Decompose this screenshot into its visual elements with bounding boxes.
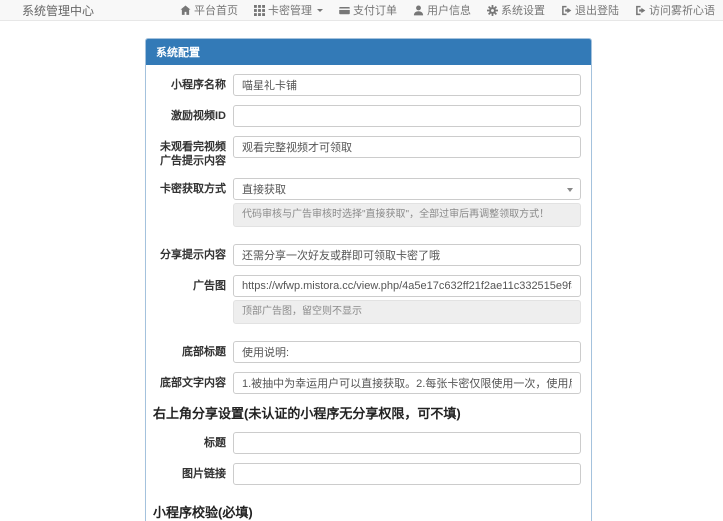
form-row: 分享提示内容 [153,243,581,266]
nav-item-visit-site[interactable]: 访问雾祈心语 [635,2,715,18]
form-row: 底部文字内容 [153,371,581,394]
chevron-down-icon [317,8,323,12]
bottom-text-label: 底部文字内容 [160,376,226,389]
nav-item-platform-home[interactable]: 平台首页 [180,2,238,18]
bottom-title-label: 底部标题 [182,345,226,358]
navbar-brand[interactable]: 系统管理中心 [22,2,94,19]
unwatched-tip-input[interactable] [233,136,581,158]
form-row: 标题 [153,431,581,454]
unwatched-tip-label: 未观看完视频广告提示内容 [160,141,226,168]
nav-item-system-settings[interactable]: 系统设置 [487,2,545,18]
form-row: 激励视频ID [153,105,581,127]
ad-image-help-text: 顶部广告图，留空则不显示 [233,299,581,324]
chevron-down-icon [567,187,573,192]
main-content: 系统配置 小程序名称 激励视频ID 未观看完视频广告提示内容 卡密获取方式 直接… [145,38,592,521]
form-row: 未观看完视频广告提示内容 [153,136,581,169]
sign-out-icon [636,5,646,15]
system-config-form: 小程序名称 激励视频ID 未观看完视频广告提示内容 卡密获取方式 直接获取 [146,65,591,521]
form-row: 图片链接 [153,462,581,485]
form-row: 卡密获取方式 直接获取 代码审核与广告审核时选择"直接获取"，全部过审后再调整领… [153,177,581,227]
reward-video-id-input[interactable] [233,105,581,127]
ad-image-input[interactable] [233,274,581,297]
share-tip-label: 分享提示内容 [160,248,226,261]
nav-item-payment-orders[interactable]: 支付订单 [339,2,397,18]
gear-icon [487,4,498,16]
top-navbar: 系统管理中心 平台首页 卡密管理 支付订单 用户信息 系统设置 退出登陆 访问雾… [0,0,723,21]
nav-item-card-management[interactable]: 卡密管理 [254,2,323,18]
form-row: 广告图 顶部广告图，留空则不显示 [153,274,581,324]
card-method-select[interactable]: 直接获取 [233,177,581,200]
grid-icon [254,4,265,16]
navbar-menu: 平台首页 卡密管理 支付订单 用户信息 系统设置 退出登陆 访问雾祈心语 [164,2,715,18]
sign-out-icon [562,5,572,15]
panel-title: 系统配置 [146,39,591,65]
share-settings-heading: 右上角分享设置(未认证的小程序无分享权限，可不填) [153,405,461,421]
card-method-label: 卡密获取方式 [160,182,226,195]
share-image-label: 图片链接 [182,467,226,480]
form-row: 底部标题 [153,340,581,363]
nav-item-user-info[interactable]: 用户信息 [413,2,471,18]
mini-program-name-label: 小程序名称 [171,79,226,91]
credit-card-icon [339,6,350,14]
mini-program-name-input[interactable] [233,74,581,96]
card-method-selected-value: 直接获取 [242,183,286,196]
home-icon [180,5,191,15]
system-config-panel: 系统配置 小程序名称 激励视频ID 未观看完视频广告提示内容 卡密获取方式 直接… [145,38,592,521]
nav-item-logout[interactable]: 退出登陆 [561,2,619,18]
verify-section-heading: 小程序校验(必填) [153,504,253,520]
share-title-label: 标题 [204,436,226,449]
share-title-input[interactable] [233,431,581,454]
share-tip-input[interactable] [233,243,581,266]
ad-image-label: 广告图 [193,279,226,292]
bottom-text-input[interactable] [233,371,581,394]
share-image-input[interactable] [233,462,581,485]
card-method-help-text: 代码审核与广告审核时选择"直接获取"，全部过审后再调整领取方式！ [233,202,581,227]
reward-video-id-label: 激励视频ID [171,110,226,122]
user-icon [413,5,424,15]
bottom-title-input[interactable] [233,340,581,363]
form-row: 小程序名称 [153,74,581,96]
